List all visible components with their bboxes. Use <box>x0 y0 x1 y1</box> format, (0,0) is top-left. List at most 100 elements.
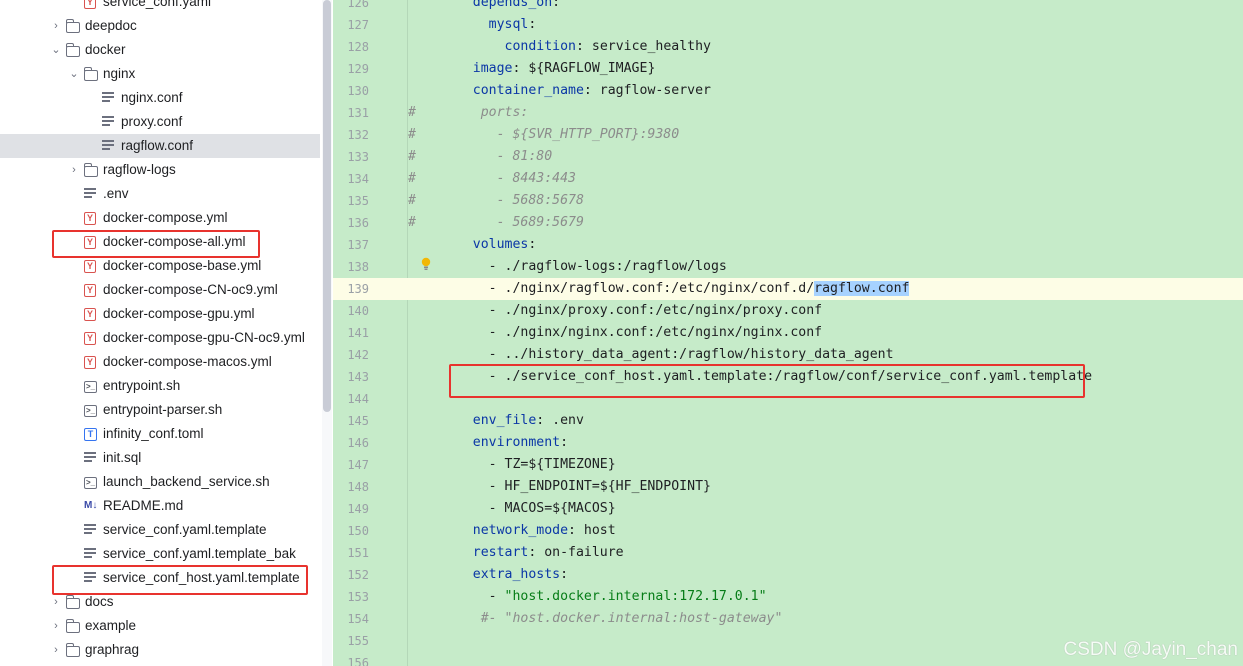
folder-icon <box>65 619 80 633</box>
chevron-right-icon[interactable]: › <box>66 160 82 180</box>
line-number: 150 <box>347 524 369 538</box>
chevron-down-icon[interactable]: ⌄ <box>48 40 64 60</box>
chevron-right-icon[interactable]: › <box>48 592 64 612</box>
code-line[interactable]: - TZ=${TIMEZONE} <box>441 454 616 476</box>
code-line[interactable]: - "host.docker.internal:172.17.0.1" <box>441 586 767 608</box>
code-line[interactable]: extra_hosts: <box>441 564 568 586</box>
tree-item[interactable]: service_conf.yaml.template <box>0 518 320 542</box>
code-line[interactable]: mysql: <box>441 14 537 36</box>
comment-marker: # <box>408 105 416 120</box>
code-line[interactable]: - ./nginx/nginx.conf:/etc/nginx/nginx.co… <box>441 322 822 344</box>
code-comment: - ${SVR_HTTP_PORT}:9380 <box>441 127 680 142</box>
tree-item[interactable]: ⌄ nginx <box>0 62 320 86</box>
line-number: 156 <box>347 656 369 666</box>
tree-item-label: nginx.conf <box>121 90 183 105</box>
tree-item[interactable]: › example <box>0 614 320 638</box>
code-line[interactable]: #- "host.docker.internal:host-gateway" <box>441 608 783 630</box>
tree-item[interactable]: Ydocker-compose-gpu-CN-oc9.yml <box>0 326 320 350</box>
code-line[interactable]: volumes: <box>441 234 537 256</box>
tree-item[interactable]: Yservice_conf.yaml <box>0 0 320 14</box>
tree-item-label: service_conf.yaml <box>103 0 212 9</box>
chevron-down-icon[interactable]: ⌄ <box>66 64 82 84</box>
code-line[interactable]: - ./nginx/ragflow.conf:/etc/nginx/conf.d… <box>441 278 910 300</box>
line-number: 129 <box>347 62 369 76</box>
code-line[interactable]: network_mode: host <box>441 520 616 542</box>
shell-file-icon: >_ <box>84 381 97 393</box>
code-text: : <box>528 17 537 32</box>
tree-item[interactable]: init.sql <box>0 446 320 470</box>
code-text: - TZ=${TIMEZONE} <box>441 457 616 472</box>
code-line[interactable]: - ./nginx/proxy.conf:/etc/nginx/proxy.co… <box>441 300 822 322</box>
code-line[interactable]: - ./service_conf_host.yaml.template:/rag… <box>441 366 1092 388</box>
tree-item[interactable]: Ydocker-compose-all.yml <box>0 230 320 254</box>
tree-scrollbar-thumb[interactable] <box>323 0 331 412</box>
tree-item-label: launch_backend_service.sh <box>103 474 270 489</box>
tree-item-label: docker-compose-gpu-CN-oc9.yml <box>103 330 305 345</box>
tree-item[interactable]: proxy.conf <box>0 110 320 134</box>
yaml-file-icon: Y <box>84 212 96 225</box>
tree-item[interactable]: M↓ README.md <box>0 494 320 518</box>
line-number: 155 <box>347 634 369 648</box>
chevron-right-icon[interactable]: › <box>48 640 64 660</box>
tree-item[interactable]: Ydocker-compose-macos.yml <box>0 350 320 374</box>
tree-item[interactable]: › ragflow-logs <box>0 158 320 182</box>
code-editor[interactable]: 126 depends_on: 127 mysql: 128 condition: … <box>333 0 1243 666</box>
tree-item[interactable]: >_ launch_backend_service.sh <box>0 470 320 494</box>
code-line[interactable]: - ${SVR_HTTP_PORT}:9380 <box>441 124 680 146</box>
tree-item[interactable]: Ydocker-compose-base.yml <box>0 254 320 278</box>
shell-file-icon: >_ <box>84 405 97 417</box>
yaml-key: image <box>472 61 513 76</box>
tree-item[interactable]: service_conf.yaml.template_bak <box>0 542 320 566</box>
code-line[interactable]: image: ${RAGFLOW_IMAGE} <box>441 58 656 80</box>
code-line[interactable]: environment: <box>441 432 568 454</box>
code-line[interactable]: - ./ragflow-logs:/ragflow/logs <box>441 256 727 278</box>
tree-item[interactable]: Ydocker-compose-CN-oc9.yml <box>0 278 320 302</box>
chevron-right-icon[interactable]: › <box>48 616 64 636</box>
comment-marker: # <box>408 127 416 142</box>
tree-item[interactable]: >_ entrypoint-parser.sh <box>0 398 320 422</box>
tree-item[interactable]: .env <box>0 182 320 206</box>
tree-item[interactable]: Tinfinity_conf.toml <box>0 422 320 446</box>
tree-item[interactable]: Ydocker-compose-gpu.yml <box>0 302 320 326</box>
code-line[interactable]: - 8443:443 <box>441 168 576 190</box>
code-line[interactable]: container_name: ragflow-server <box>441 80 711 102</box>
tree-item[interactable]: › graphrag <box>0 638 320 662</box>
code-text: - HF_ENDPOINT=${HF_ENDPOINT} <box>441 479 711 494</box>
code-line[interactable]: - 81:80 <box>441 146 553 168</box>
tree-item-label: deepdoc <box>85 18 137 33</box>
code-line[interactable]: condition: service_healthy <box>441 36 711 58</box>
yaml-key: mysql <box>488 17 529 32</box>
code-line[interactable]: - 5689:5679 <box>441 212 584 234</box>
tree-item[interactable]: >_ entrypoint.sh <box>0 374 320 398</box>
code-line[interactable]: - 5688:5678 <box>441 190 584 212</box>
line-number: 130 <box>347 84 369 98</box>
tree-item-label: service_conf.yaml.template <box>103 522 267 537</box>
line-number: 126 <box>347 0 369 10</box>
tree-item[interactable]: ragflow.conf <box>0 134 320 158</box>
tree-item[interactable]: nginx.conf <box>0 86 320 110</box>
code-text: - ../history_data_agent:/ragflow/history… <box>441 347 894 362</box>
code-text: - ./nginx/ragflow.conf:/etc/nginx/conf.d… <box>441 281 815 296</box>
tree-item-label: ragflow.conf <box>121 138 194 153</box>
tree-item[interactable]: › deepdoc <box>0 14 320 38</box>
code-line[interactable]: restart: on-failure <box>441 542 624 564</box>
tree-item[interactable]: › docs <box>0 590 320 614</box>
tree-item-label: docker-compose-macos.yml <box>103 354 272 369</box>
tree-item-label: service_conf_host.yaml.template <box>103 570 300 585</box>
folder-icon <box>83 67 98 81</box>
code-line[interactable]: - ../history_data_agent:/ragflow/history… <box>441 344 894 366</box>
tree-item[interactable]: ⌄ docker <box>0 38 320 62</box>
code-line[interactable]: - MACOS=${MACOS} <box>441 498 616 520</box>
code-line[interactable]: depends_on: <box>441 0 560 14</box>
tree-item[interactable]: service_conf_host.yaml.template <box>0 566 320 590</box>
line-number: 151 <box>347 546 369 560</box>
code-line[interactable]: env_file: .env <box>441 410 584 432</box>
lightbulb-icon[interactable] <box>420 257 432 271</box>
tree-item[interactable]: Ydocker-compose.yml <box>0 206 320 230</box>
code-line[interactable]: - HF_ENDPOINT=${HF_ENDPOINT} <box>441 476 711 498</box>
chevron-right-icon[interactable]: › <box>48 16 64 36</box>
code-line[interactable]: ports: <box>441 102 529 124</box>
